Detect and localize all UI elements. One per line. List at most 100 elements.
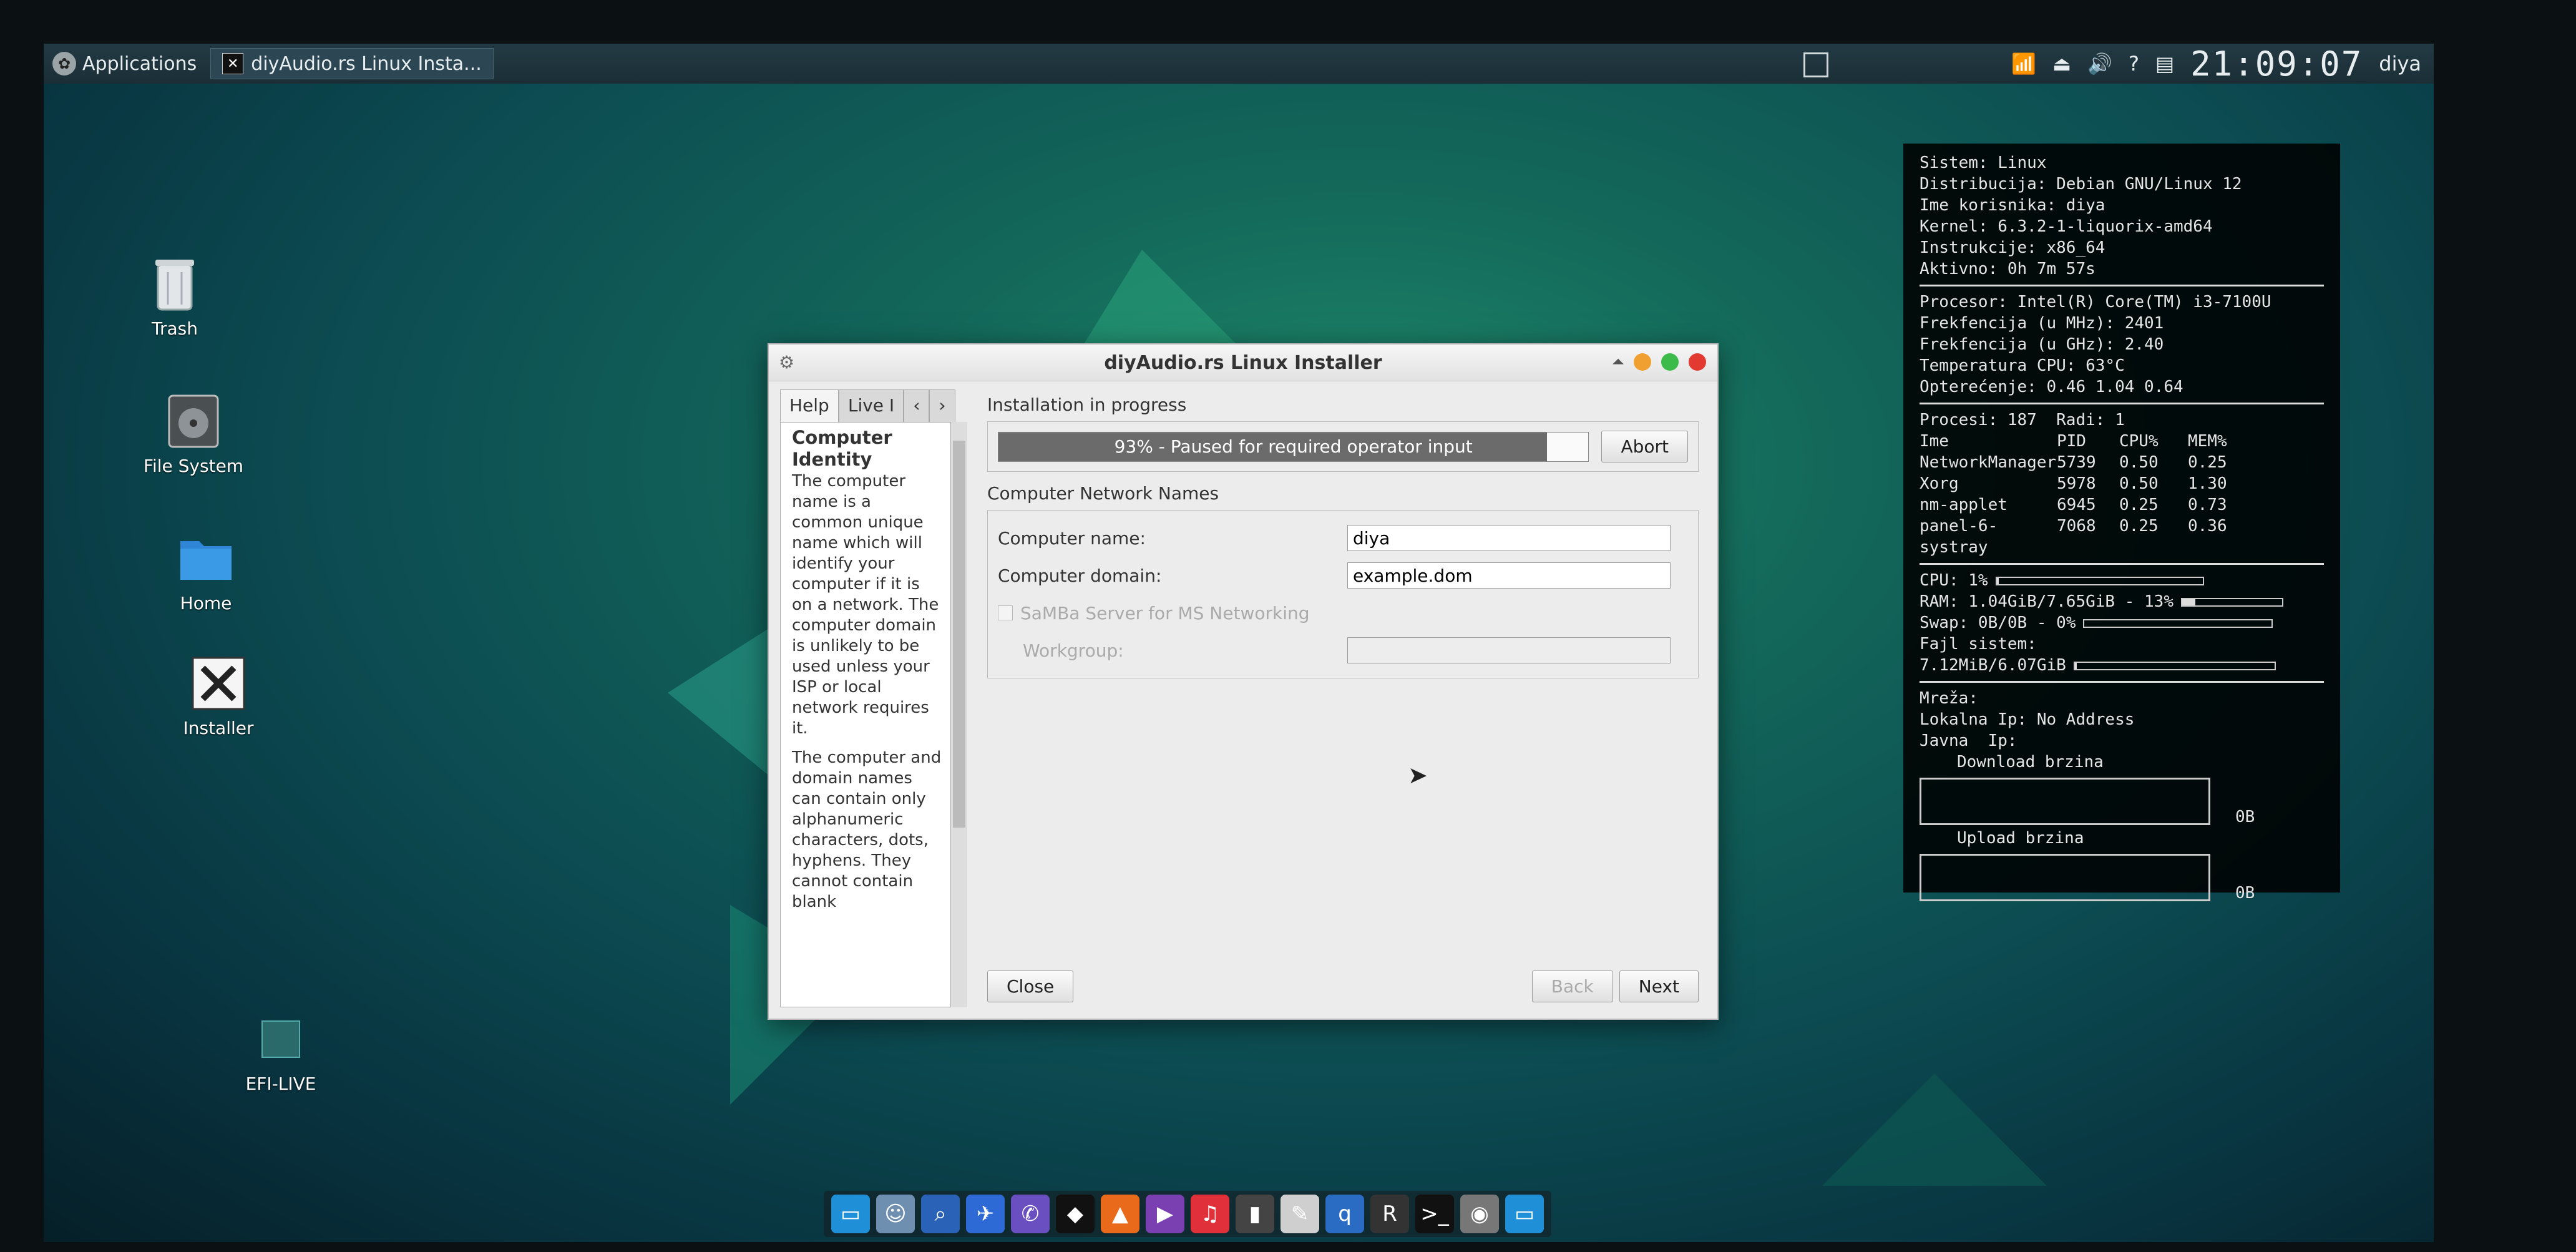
desktop-icon-label: Home xyxy=(180,593,232,614)
separator xyxy=(1920,403,2324,404)
viber-icon[interactable]: ✆ xyxy=(1011,1195,1050,1233)
tab-live[interactable]: Live I xyxy=(838,389,904,422)
installation-progress-bar: 93% - Paused for required operator input xyxy=(998,431,1589,462)
conky-procesi: Procesi: 187 Radi: 1 xyxy=(1920,411,2125,429)
wifi-icon[interactable]: 📶 xyxy=(2011,52,2036,76)
conky-swap-row: Swap: 0B/0B - 0% xyxy=(1920,612,2324,633)
scrollbar-thumb[interactable] xyxy=(953,441,965,828)
download-graph-row: 0B xyxy=(1920,773,2324,828)
process-cell: Xorg xyxy=(1920,474,1959,493)
dock: ▭ ☺ ⌕ ✈ ✆ ◆ ▲ ▶ ♫ ▮ ✎ q R >_ ◉ ▭ xyxy=(824,1191,1551,1237)
workspace-switcher[interactable] xyxy=(1803,52,1828,77)
tab-help[interactable]: Help xyxy=(780,389,839,422)
conky-temperatura: Temperatura CPU: 63°C xyxy=(1920,356,2125,375)
back-button[interactable]: Back xyxy=(1531,971,1613,1002)
help-scrollbar[interactable] xyxy=(950,422,967,1007)
computer-name-label: Computer name: xyxy=(998,527,1146,549)
volume-icon[interactable]: 🔊 xyxy=(2087,52,2112,76)
cpu-bar xyxy=(1995,576,2204,585)
music-icon[interactable]: ♫ xyxy=(1191,1195,1229,1233)
hard-drive-icon xyxy=(165,393,222,449)
system-tray: 📶 ⏏ 🔊 ? ▤ 21:09:07 diya xyxy=(2011,44,2421,84)
ram-bar xyxy=(2181,597,2283,607)
rtc-icon[interactable]: R xyxy=(1370,1195,1409,1233)
ipod-icon[interactable]: ▮ xyxy=(1236,1195,1274,1233)
eject-icon[interactable]: ⏏ xyxy=(2052,52,2071,76)
process-table-header: PID xyxy=(2057,432,2086,451)
qbittorrent-icon[interactable]: q xyxy=(1325,1195,1364,1233)
conky-lokalna-ip: Lokalna Ip: No Address xyxy=(1920,710,2135,729)
window-menu-gear-icon[interactable]: ⚙ xyxy=(779,352,794,373)
conky-fs-row: 7.12MiB/6.07GiB xyxy=(1920,655,2324,676)
close-button[interactable]: Close xyxy=(987,971,1074,1002)
desktop-icon-label: Trash xyxy=(152,318,198,339)
installer-task-icon: ✕ xyxy=(222,53,244,74)
applications-label: Applications xyxy=(82,52,197,75)
window-body: Help Live I ‹ › Computer Identity The co… xyxy=(780,389,1706,1007)
next-button[interactable]: Next xyxy=(1619,971,1699,1002)
minimize-button[interactable] xyxy=(1634,353,1651,371)
shade-icon[interactable]: ⏶ xyxy=(1612,355,1624,370)
window-titlebar[interactable]: ⚙ diyAudio.rs Linux Installer ⏶ xyxy=(769,345,1717,381)
conky-cpu: CPU: 1% xyxy=(1920,571,1988,590)
process-cell: 0.73 xyxy=(2188,496,2227,514)
process-cell: 5978 xyxy=(2057,474,2096,493)
tab-scroll-right-icon[interactable]: › xyxy=(929,389,955,422)
help-text-panel: Computer Identity The computer name is a… xyxy=(780,422,967,1007)
help-tabs: Help Live I ‹ › xyxy=(780,389,967,422)
wallpaper-shape xyxy=(1822,1073,2047,1186)
flag-icon[interactable]: ▤ xyxy=(2155,52,2174,76)
samba-checkbox[interactable] xyxy=(998,605,1013,620)
top-panel: ✿ Applications ✕ diyAudio.rs Linux Insta… xyxy=(44,44,2434,84)
process-table-header: CPU% xyxy=(2119,432,2159,451)
browser-icon[interactable]: ✈ xyxy=(966,1195,1005,1233)
desktop-icon-trash[interactable]: Trash xyxy=(112,256,237,339)
workgroup-input[interactable] xyxy=(1347,637,1671,663)
conky-instrukcije: Instrukcije: x86_64 xyxy=(1920,238,2105,257)
help-icon[interactable]: ? xyxy=(2129,52,2139,76)
system-monitor-widget: Sistem: Linux Distribucija: Debian GNU/L… xyxy=(1903,144,2340,902)
disk-icon[interactable]: ◉ xyxy=(1460,1195,1499,1233)
conky-frek-ghz: Frekfencija (u GHz): 2.40 xyxy=(1920,335,2164,354)
applications-menu-button[interactable]: ✿ Applications xyxy=(44,44,205,84)
computer-name-input[interactable] xyxy=(1347,525,1671,551)
tidal-icon[interactable]: ◆ xyxy=(1056,1195,1095,1233)
conky-opterecenje: Opterećenje: 0.46 1.04 0.64 xyxy=(1920,378,2183,396)
conky-swap: Swap: 0B/0B - 0% xyxy=(1920,614,2076,632)
maximize-button[interactable] xyxy=(1661,353,1679,371)
conky-upload-label: Upload brzina xyxy=(1957,829,2084,848)
conky-sistem: Sistem: Linux xyxy=(1920,154,2047,172)
taskbar-installer-button[interactable]: ✕ diyAudio.rs Linux Insta... xyxy=(210,48,494,79)
conky-download-label: Download brzina xyxy=(1957,753,2104,771)
computer-domain-input[interactable] xyxy=(1347,562,1671,589)
clock[interactable]: 21:09:07 xyxy=(2190,44,2363,84)
workgroup-row: Workgroup: xyxy=(998,632,1688,669)
conky-mreza: Mreža: xyxy=(1920,689,1978,708)
help-pane: Help Live I ‹ › Computer Identity The co… xyxy=(780,389,967,1007)
search-icon[interactable]: ⌕ xyxy=(921,1195,960,1233)
desktop-icon-efi-live[interactable]: EFI-LIVE xyxy=(218,1011,343,1094)
installer-main-pane: Installation in progress 93% - Paused fo… xyxy=(980,389,1706,1007)
player-icon[interactable]: ▶ xyxy=(1146,1195,1184,1233)
folder-icon[interactable]: ▭ xyxy=(831,1195,870,1233)
finder-icon[interactable]: ☺ xyxy=(876,1195,915,1233)
process-cell: panel-6-systray xyxy=(1920,517,1998,557)
editor-icon[interactable]: ✎ xyxy=(1281,1195,1319,1233)
process-table-header: MEM% xyxy=(2188,432,2227,451)
desktop-icon-installer[interactable]: Installer xyxy=(156,655,281,738)
tab-scroll-left-icon[interactable]: ‹ xyxy=(904,389,930,422)
vlc-icon[interactable]: ▲ xyxy=(1101,1195,1139,1233)
close-window-button[interactable] xyxy=(1689,353,1706,371)
conky-aktivno: Aktivno: 0h 7m 57s xyxy=(1920,260,2095,278)
terminal-icon[interactable]: >_ xyxy=(1415,1195,1454,1233)
files-icon[interactable]: ▭ xyxy=(1505,1195,1544,1233)
abort-button[interactable]: Abort xyxy=(1601,431,1688,462)
desktop-icon-home[interactable]: Home xyxy=(144,531,268,614)
network-group-title: Computer Network Names xyxy=(987,483,1219,504)
process-cell: 0.25 xyxy=(2188,453,2227,472)
conky-ram-row: RAM: 1.04GiB/7.65GiB - 13% xyxy=(1920,591,2324,612)
user-name[interactable]: diya xyxy=(2379,52,2421,76)
upload-graph xyxy=(1920,854,2210,901)
desktop-icon-file-system[interactable]: File System xyxy=(131,393,256,476)
download-value: 0B xyxy=(2235,808,2255,826)
